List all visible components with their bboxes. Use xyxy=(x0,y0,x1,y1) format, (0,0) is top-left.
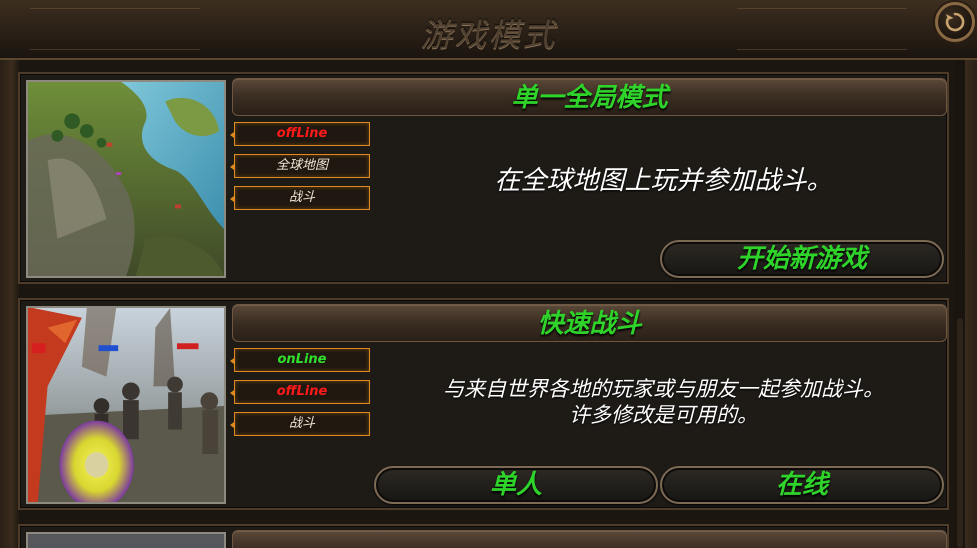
battle-thumbnail xyxy=(26,306,226,504)
tag-offline: offLine xyxy=(230,122,370,146)
scrollbar-thumb[interactable] xyxy=(957,318,963,548)
title-bar: 游戏模式 xyxy=(0,0,977,60)
mode-header: 快速战斗 xyxy=(232,304,947,342)
start-new-game-button[interactable]: 开始新游戏 xyxy=(660,240,944,278)
tag-global-map: 全球地图 xyxy=(230,154,370,178)
mode-card-partial xyxy=(18,524,949,548)
tag-battle: 战斗 xyxy=(230,412,370,436)
page-title: 游戏模式 xyxy=(420,16,557,54)
mode-title: 快速战斗 xyxy=(537,309,642,339)
mode-header: 单一全局模式 xyxy=(232,78,947,116)
tag-battle: 战斗 xyxy=(230,186,370,210)
description-line: 与来自世界各地的玩家或与朋友一起参加战斗。 xyxy=(443,377,884,401)
tag-online: onLine xyxy=(230,348,370,372)
mode-description: 在全球地图上玩并参加战斗。 xyxy=(494,166,833,196)
mode-title: 单一全局模式 xyxy=(511,83,668,113)
single-player-button[interactable]: 单人 xyxy=(374,466,658,504)
back-button[interactable] xyxy=(935,2,975,42)
description-line: 许多修改是可用的。 xyxy=(569,403,758,427)
mode-description: 与来自世界各地的玩家或与朋友一起参加战斗。 许多修改是可用的。 xyxy=(380,376,947,428)
online-button[interactable]: 在线 xyxy=(660,466,944,504)
mode-header-partial xyxy=(232,530,947,548)
partial-thumbnail xyxy=(26,532,226,548)
mode-card-single-global: 单一全局模式 offLine 全球地图 战斗 在全球地图上玩并参加战斗。 开始新… xyxy=(18,72,949,284)
circular-arrow-back-icon xyxy=(945,12,965,32)
global-map-thumbnail xyxy=(26,80,226,278)
tag-offline: offLine xyxy=(230,380,370,404)
mode-card-quick-battle: 快速战斗 onLine offLine 战斗 与来自世界各地的玩家或与朋友一起参… xyxy=(18,298,949,510)
